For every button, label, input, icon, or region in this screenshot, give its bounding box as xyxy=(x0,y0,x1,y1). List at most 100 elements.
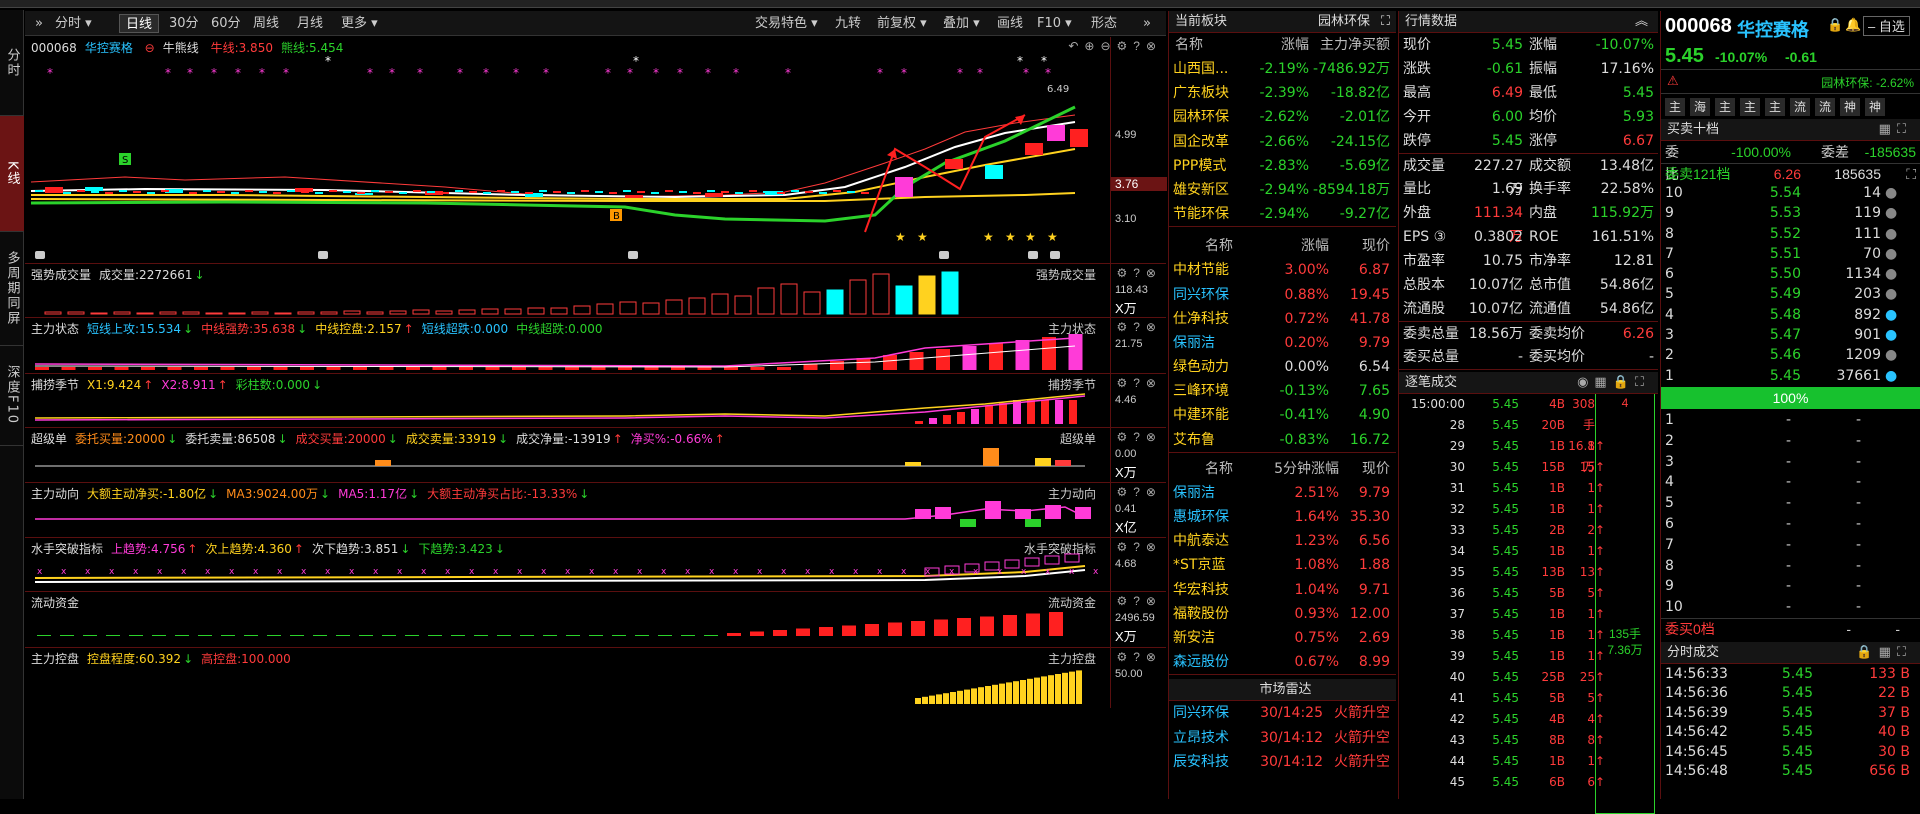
capital-bar xyxy=(773,630,787,636)
pattern-button[interactable]: 形态 xyxy=(1085,14,1123,33)
sector-5min-row[interactable]: 福鞍股份 0.93% 12.00 xyxy=(1169,602,1396,626)
buy-row[interactable]: 3-- xyxy=(1661,452,1920,473)
concept-tag[interactable]: 主 xyxy=(1740,98,1760,116)
buy-row[interactable]: 6-- xyxy=(1661,514,1920,535)
sell-row[interactable]: 7 5.51 70 ● xyxy=(1661,244,1920,264)
volume-bar xyxy=(458,309,476,315)
sector-row[interactable]: 国企改革 -2.66% -24.15亿 xyxy=(1169,130,1396,154)
overlay-menu[interactable]: 叠加 ▾ xyxy=(937,14,986,33)
add-favorite-button[interactable]: – 自选 xyxy=(1863,16,1910,36)
maximize-icon[interactable]: ⛶ xyxy=(1381,11,1390,33)
sector-stock-row[interactable]: 绿色动力 0.00% 6.54 xyxy=(1169,355,1396,379)
trade-feature-menu[interactable]: 交易特色 ▾ xyxy=(749,14,824,33)
panel-p5[interactable]: 主力动向 大额主动净买:-1.80亿 ↓ MA3:9024.00万 ↓ MA5:1.17亿… xyxy=(25,482,1166,538)
sector-stock-row[interactable]: 同兴环保 0.88% 19.45 xyxy=(1169,283,1396,307)
sector-5min-row[interactable]: 惠城环保 1.64% 35.30 xyxy=(1169,505,1396,529)
tab-daily[interactable]: 日线 xyxy=(119,14,160,33)
tick-tools-icon[interactable]: ◉▦🔒⛶ xyxy=(1577,372,1650,394)
tab-30min[interactable]: 30分 xyxy=(163,14,205,33)
jiuzhuan-button[interactable]: 九转 xyxy=(829,14,867,33)
sell-row[interactable]: 8 5.52 111 ● xyxy=(1661,224,1920,244)
buy-row[interactable]: 1-- xyxy=(1661,410,1920,431)
sector-5min-row[interactable]: 中航泰达 1.23% 6.56 xyxy=(1169,529,1396,553)
sector-5min-row[interactable]: 华宏科技 1.04% 9.71 xyxy=(1169,578,1396,602)
kline-panel[interactable]: 000068 华控赛格 ⊖ 牛熊线 牛线:3.850 熊线:5.454 ↶⊕⊖⚙?⊗ … xyxy=(25,37,1167,263)
panel-p8[interactable]: 主力控盘 控盘程度:60.392 ↓ 高控盘:100.000 主力控盘 ⚙?⊗ 50.00 xyxy=(25,647,1166,708)
svg-text:B: B xyxy=(613,211,620,222)
concept-tag[interactable]: 主 xyxy=(1665,98,1685,116)
adjust-menu[interactable]: 前复权 ▾ xyxy=(871,14,933,33)
sector-stock-row[interactable]: 中建环能 -0.41% 4.90 xyxy=(1169,403,1396,427)
sell-row[interactable]: 2 5.46 1209 ● xyxy=(1661,345,1920,365)
sell-row[interactable]: 9 5.53 119 ● xyxy=(1661,203,1920,223)
sector-5min-row[interactable]: 保丽洁 2.51% 9.79 xyxy=(1169,481,1396,505)
concept-tag[interactable]: 神 xyxy=(1840,98,1860,116)
radar-row[interactable]: 同兴环保 30/14:25 火箭升空 xyxy=(1169,701,1396,725)
sector-row[interactable]: 节能环保 -2.94% -9.27亿 xyxy=(1169,202,1396,226)
sector-stock-row[interactable]: 艾布鲁 -0.83% 16.72 xyxy=(1169,428,1396,452)
sector-5min-row[interactable]: 新安洁 0.75% 2.69 xyxy=(1169,626,1396,650)
panel-p6[interactable]: 水手突破指标 上趋势:4.756 ↑ 次上趋势:4.360 ↑ 次下趋势:3.851 ↓ 下趋… xyxy=(25,537,1166,592)
tab-timeshare[interactable]: 分时 ▾ xyxy=(49,14,98,33)
f10-menu[interactable]: F10 ▾ xyxy=(1031,14,1078,33)
radar-row[interactable]: 辰安科技 30/14:12 火箭升空 xyxy=(1169,750,1396,774)
panel-p7[interactable]: 流动资金 流动资金 ⚙?⊗ 2496.59 X万 xyxy=(25,591,1166,648)
alert-bell-icon[interactable]: 🔔 xyxy=(1845,17,1861,33)
sector-5min-row[interactable]: *ST京蓝 1.08% 1.88 xyxy=(1169,553,1396,577)
tab-60min[interactable]: 60分 xyxy=(205,14,247,33)
tab-weekly[interactable]: 周线 xyxy=(247,14,285,33)
sector-stock-row[interactable]: 中材节能 3.00% 6.87 xyxy=(1169,258,1396,282)
chart-area[interactable]: 000068 华控赛格 ⊖ 牛熊线 牛线:3.850 熊线:5.454 ↶⊕⊖⚙?⊗ … xyxy=(25,37,1167,799)
sell-row[interactable]: 10 5.54 14 ● xyxy=(1661,183,1920,203)
concept-tag[interactable]: 流 xyxy=(1790,98,1810,116)
buy-row[interactable]: 2-- xyxy=(1661,431,1920,452)
concept-tag[interactable]: 神 xyxy=(1865,98,1885,116)
concept-tag[interactable]: 流 xyxy=(1815,98,1835,116)
sell-row[interactable]: 4 5.48 892 ● xyxy=(1661,305,1920,325)
sector-row[interactable]: 园林环保 -2.62% -2.01亿 xyxy=(1169,105,1396,129)
collapse-icon[interactable]: » xyxy=(29,14,49,33)
top-tab-strip[interactable] xyxy=(0,0,1920,8)
tab-monthly[interactable]: 月线 xyxy=(291,14,329,33)
nav-multi-period[interactable]: 多周期同屏 xyxy=(0,232,24,346)
sector-row[interactable]: 雄安新区 -2.94% -8594.18万 xyxy=(1169,178,1396,202)
nav-timeshare[interactable]: 分时 xyxy=(0,10,24,116)
capital-bar xyxy=(290,635,304,636)
buy-row[interactable]: 5-- xyxy=(1661,493,1920,514)
sector-row[interactable]: 广东板块 -2.39% -18.82亿 xyxy=(1169,81,1396,105)
sector-stock-row[interactable]: 保丽洁 0.20% 9.79 xyxy=(1169,331,1396,355)
concept-tag[interactable]: 主 xyxy=(1765,98,1785,116)
orderbook-tools-icon[interactable]: ▦⛶ xyxy=(1879,119,1912,141)
nav-f10[interactable]: 深度F10 xyxy=(0,346,24,446)
buy-row[interactable]: 9-- xyxy=(1661,576,1920,597)
buy-row[interactable]: 8-- xyxy=(1661,556,1920,577)
expand-icon[interactable]: » xyxy=(1137,14,1157,33)
collapse-up-icon[interactable]: ︽ xyxy=(1635,11,1648,33)
nav-kline[interactable]: K线 xyxy=(0,116,24,232)
panel-p3[interactable]: 捕捞季节 X1:9.424 ↑ X2:8.911 ↑ 彩柱数:0.000 ↓ 捕捞季节 ⚙?⊗ 4… xyxy=(25,373,1166,428)
panel-p2[interactable]: 主力状态 短线上攻:15.534 ↓ 中线强势:35.638 ↓ 中线控盘:2.157 ↑ 短… xyxy=(25,317,1166,374)
sector-5min-row[interactable]: 森远股份 0.67% 8.99 xyxy=(1169,650,1396,674)
concept-tag[interactable]: 主 xyxy=(1715,98,1735,116)
sell-row[interactable]: 3 5.47 901 ● xyxy=(1661,325,1920,345)
sector-row[interactable]: 山西国... -2.19% -7486.92万 xyxy=(1169,57,1396,81)
panel-p1[interactable]: 强势成交量 成交量:2272661 ↓ 强势成交量 ⚙?⊗ 118.43 X万 xyxy=(25,263,1166,318)
radar-row[interactable]: 立昂技术 30/14:12 火箭升空 xyxy=(1169,726,1396,750)
expand-icon[interactable]: ⛶ xyxy=(1881,164,1920,183)
concept-tag[interactable]: 海 xyxy=(1690,98,1710,116)
sell-row[interactable]: 1 5.45 37661 ● xyxy=(1661,366,1920,386)
buy-row[interactable]: 7-- xyxy=(1661,535,1920,556)
draw-line-button[interactable]: 画线 xyxy=(991,14,1029,33)
sector-stock-row[interactable]: 仕净科技 0.72% 41.78 xyxy=(1169,307,1396,331)
panel-y-axis: 21.75 xyxy=(1110,318,1166,374)
sector-row[interactable]: PPP模式 -2.83% -5.69亿 xyxy=(1169,154,1396,178)
buy-row[interactable]: 4-- xyxy=(1661,472,1920,493)
sell-row[interactable]: 5 5.49 203 ● xyxy=(1661,284,1920,304)
tab-more[interactable]: 更多 ▾ xyxy=(335,14,384,33)
lock-icon[interactable]: 🔒 xyxy=(1827,17,1843,33)
panel-p4[interactable]: 超级单 委托买量:20000 ↓ 委托卖量:86508 ↓ 成交买量:20000 ↓ 成交卖量… xyxy=(25,427,1166,483)
sector-stock-row[interactable]: 三峰环境 -0.13% 7.65 xyxy=(1169,379,1396,403)
sell-row[interactable]: 6 5.50 1134 ● xyxy=(1661,264,1920,284)
buy-row[interactable]: 10- - xyxy=(1661,597,1920,618)
timesales-tools-icon[interactable]: 🔒▦⛶ xyxy=(1856,642,1912,664)
